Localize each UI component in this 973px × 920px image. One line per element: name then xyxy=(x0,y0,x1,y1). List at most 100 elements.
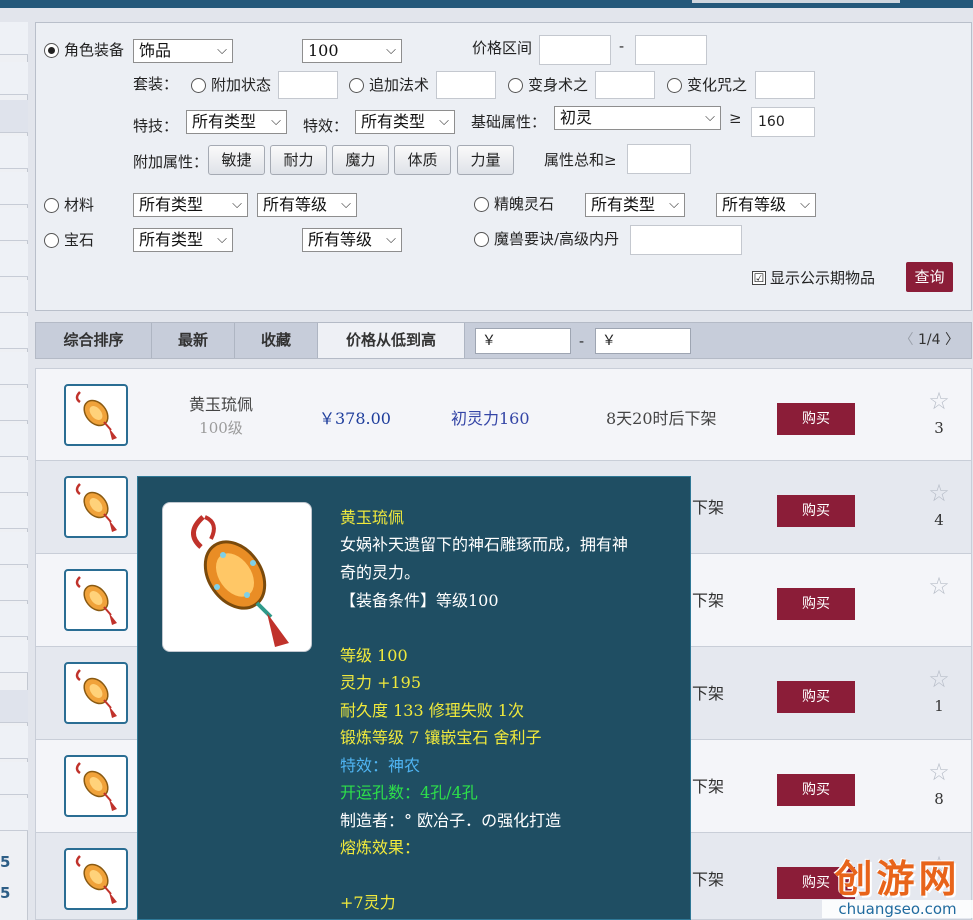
chevron-down-icon: ⌵ xyxy=(232,197,242,212)
left-nav-cell[interactable] xyxy=(0,798,28,831)
suit-option-radio[interactable] xyxy=(191,78,206,93)
item-remaining-time: 8天20时后下架 xyxy=(606,409,717,428)
attr-magic-button[interactable]: 魔力 xyxy=(332,145,389,175)
attr-strength-button[interactable]: 力量 xyxy=(457,145,514,175)
buy-button[interactable]: 购买 xyxy=(777,588,855,620)
suit-option-input[interactable] xyxy=(278,71,338,99)
left-nav-cell[interactable] xyxy=(0,460,28,493)
left-nav-cell[interactable] xyxy=(0,424,28,457)
gem-level-select[interactable]: 所有等级 ⌵ xyxy=(302,228,402,252)
left-nav-cell[interactable] xyxy=(0,352,28,385)
star-icon[interactable]: ☆ xyxy=(927,389,951,413)
left-nav-cell[interactable] xyxy=(0,640,28,673)
base-attr-value-input[interactable]: 160 xyxy=(751,107,815,137)
star-icon[interactable]: ☆ xyxy=(927,667,951,691)
spirit-stone-radio[interactable] xyxy=(474,197,489,212)
left-nav-cell[interactable] xyxy=(0,22,28,55)
material-level-select[interactable]: 所有等级 ⌵ xyxy=(257,193,357,217)
material-label: 材料 xyxy=(64,196,95,214)
effect-select[interactable]: 所有类型 ⌵ xyxy=(355,110,455,134)
left-nav-cell[interactable] xyxy=(0,568,28,601)
material-radio[interactable] xyxy=(44,198,59,213)
tab-comprehensive[interactable]: 综合排序 xyxy=(36,323,152,358)
tab-price-asc[interactable]: 价格从低到高 xyxy=(318,323,465,358)
attr-agility-button[interactable]: 敏捷 xyxy=(208,145,265,175)
attr-constitution-button[interactable]: 体质 xyxy=(394,145,451,175)
price-max-input[interactable] xyxy=(635,35,707,65)
left-nav-cell[interactable] xyxy=(0,136,28,169)
suit-option-radio[interactable] xyxy=(667,78,682,93)
beast-secret-radio[interactable] xyxy=(474,232,489,247)
material-type-select[interactable]: 所有类型 ⌵ xyxy=(133,193,248,217)
beast-secret-input[interactable] xyxy=(630,225,742,255)
buy-button[interactable]: 购买 xyxy=(777,403,855,435)
show-public-checkbox[interactable]: ☑ xyxy=(752,271,766,285)
gem-label: 宝石 xyxy=(64,231,95,249)
left-nav-cell[interactable] xyxy=(0,316,28,349)
base-attr-label: 基础属性： xyxy=(471,113,547,131)
left-nav-cell[interactable] xyxy=(0,604,28,637)
query-button[interactable]: 查询 xyxy=(906,262,953,292)
tab-favorites[interactable]: 收藏 xyxy=(235,323,318,358)
pendant-icon xyxy=(75,855,117,904)
spirit-stone-level-select[interactable]: 所有等级 ⌵ xyxy=(716,193,816,217)
left-nav-cell[interactable] xyxy=(0,280,28,313)
attr-total-input[interactable] xyxy=(627,144,691,174)
item-thumbnail[interactable] xyxy=(64,848,128,910)
buy-button[interactable]: 购买 xyxy=(777,495,855,527)
suit-option-input[interactable] xyxy=(595,71,655,99)
base-attr-select[interactable]: 初灵 ⌵ xyxy=(554,106,721,130)
item-name[interactable]: 黄玉琉佩 xyxy=(176,391,266,415)
left-nav-cell[interactable] xyxy=(0,208,28,241)
pager-prev-icon[interactable]: 〈 xyxy=(900,332,914,348)
tooltip-holes: 开运孔数：4孔/4孔 xyxy=(340,783,478,802)
spirit-stone-type-select[interactable]: 所有类型 ⌵ xyxy=(585,193,685,217)
left-nav-cell[interactable] xyxy=(0,244,28,277)
left-nav-cell[interactable] xyxy=(0,690,28,723)
role-equipment-label: 角色装备 xyxy=(64,41,125,59)
suit-option-radio[interactable] xyxy=(349,78,364,93)
suit-option-radio[interactable] xyxy=(508,78,523,93)
buy-button[interactable]: 购买 xyxy=(777,681,855,713)
suit-option-input[interactable] xyxy=(755,71,815,99)
attr-endurance-button[interactable]: 耐力 xyxy=(270,145,327,175)
star-icon[interactable]: ☆ xyxy=(927,481,951,505)
price-filter-max-input[interactable]: ￥ xyxy=(595,328,691,354)
tab-newest[interactable]: 最新 xyxy=(152,323,235,358)
item-thumbnail[interactable] xyxy=(64,755,128,817)
role-equipment-radio[interactable] xyxy=(44,43,59,58)
tooltip-smelt-value: +7灵力 xyxy=(340,893,396,912)
left-nav-cell[interactable] xyxy=(0,62,28,95)
item-thumbnail[interactable] xyxy=(64,384,128,446)
item-thumbnail[interactable] xyxy=(64,569,128,631)
price-min-input[interactable] xyxy=(539,35,611,65)
suit-option-input[interactable] xyxy=(436,71,496,99)
pager-next-icon[interactable]: 〉 xyxy=(945,332,959,348)
skill-select[interactable]: 所有类型 ⌵ xyxy=(186,110,287,134)
list-item[interactable]: 黄玉琉佩 100级 ￥378.00 初灵力160 8天20时后下架 购买 ☆ 3 xyxy=(35,368,972,461)
top-bar xyxy=(0,0,973,8)
item-remaining-time: 下架 xyxy=(692,498,725,517)
chevron-down-icon: ⌵ xyxy=(800,197,810,212)
item-thumbnail[interactable] xyxy=(64,476,128,538)
left-nav-cell[interactable] xyxy=(0,726,28,759)
star-icon[interactable]: ☆ xyxy=(927,574,951,598)
ge-symbol: ≥ xyxy=(729,109,742,127)
equipment-level-select[interactable]: 100 ⌵ xyxy=(302,39,402,63)
gem-type-select[interactable]: 所有类型 ⌵ xyxy=(133,228,233,252)
left-nav-cell[interactable] xyxy=(0,388,28,421)
star-icon[interactable]: ☆ xyxy=(927,760,951,784)
buy-button[interactable]: 购买 xyxy=(777,774,855,806)
left-nav-cell[interactable] xyxy=(0,532,28,565)
price-filter-min-input[interactable]: ￥ xyxy=(475,328,571,354)
left-nav-cell[interactable] xyxy=(0,762,28,795)
left-nav-cell[interactable] xyxy=(0,496,28,529)
left-nav-cell[interactable] xyxy=(0,172,28,205)
skill-label: 特技： xyxy=(133,117,179,135)
equipment-type-select[interactable]: 饰品 ⌵ xyxy=(133,39,233,63)
top-search-input[interactable] xyxy=(692,0,900,3)
tooltip-requirement: 【装备条件】等级100 xyxy=(340,591,499,610)
left-nav-cell[interactable] xyxy=(0,100,28,133)
gem-radio[interactable] xyxy=(44,233,59,248)
item-thumbnail[interactable] xyxy=(64,662,128,724)
